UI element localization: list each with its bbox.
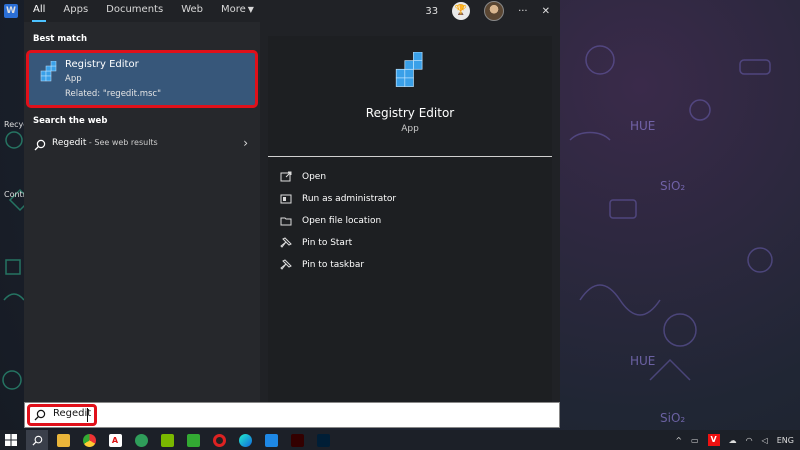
word-icon: W <box>4 4 18 18</box>
result-detail-pane: Registry Editor App Open Run as administ… <box>268 36 552 402</box>
tab-label: Documents <box>106 4 164 15</box>
tab-label: More <box>221 4 246 15</box>
taskbar-camtasia[interactable] <box>156 430 178 450</box>
action-pin-to-taskbar[interactable]: Pin to taskbar <box>280 256 364 274</box>
taskbar-edge[interactable] <box>234 430 256 450</box>
results-list: Best match Registry Editor App Related: … <box>24 22 260 402</box>
tab-apps[interactable]: Apps <box>54 0 97 22</box>
chat-icon <box>134 433 148 447</box>
tab-all[interactable]: All <box>24 0 54 22</box>
taskbar-store[interactable] <box>260 430 282 450</box>
search-icon <box>34 139 46 151</box>
shield-icon <box>280 194 292 204</box>
system-tray: ^ ▭ V ☁ ◠ ◁ ENG <box>675 430 794 450</box>
svg-text:SiO₂: SiO₂ <box>660 179 685 193</box>
action-run-as-administrator[interactable]: Run as administrator <box>280 190 396 208</box>
search-web-heading: Search the web <box>33 116 108 126</box>
tab-more[interactable]: More ▼ <box>212 0 263 22</box>
action-open[interactable]: Open <box>280 168 326 186</box>
search-value: Regedit <box>53 408 92 419</box>
tab-web[interactable]: Web <box>172 0 212 22</box>
registry-editor-icon <box>395 52 423 87</box>
best-match-heading: Best match <box>33 34 88 44</box>
vietkey-icon[interactable]: V <box>707 434 720 446</box>
start-button[interactable] <box>0 430 22 450</box>
rewards-points: 33 <box>425 5 439 17</box>
tab-label: All <box>33 4 46 15</box>
taskbar-file-explorer[interactable] <box>52 430 74 450</box>
taskbar-illustrator[interactable] <box>286 430 308 450</box>
search-input[interactable]: Regedit <box>24 402 560 428</box>
svg-text:HUE: HUE <box>630 119 655 133</box>
chevron-down-icon: ▼ <box>247 5 254 14</box>
action-open-file-location[interactable]: Open file location <box>280 212 381 230</box>
taskbar-record[interactable] <box>208 430 230 450</box>
action-label: Pin to taskbar <box>302 260 365 270</box>
camtasia-icon <box>160 433 174 447</box>
chrome-icon <box>82 433 96 447</box>
action-label: Open <box>302 172 327 182</box>
registry-editor-icon <box>40 61 57 82</box>
web-query: Regedit <box>52 138 87 148</box>
keyboard-icon[interactable]: ▭ <box>691 436 699 445</box>
record-icon <box>212 433 226 447</box>
close-button[interactable]: ✕ <box>542 6 550 17</box>
text-caret <box>87 408 88 422</box>
wifi-icon[interactable]: ◠ <box>746 436 753 445</box>
action-label: Pin to Start <box>302 238 353 248</box>
chevron-right-icon: › <box>243 136 248 150</box>
chevron-up-icon[interactable]: ^ <box>675 436 682 445</box>
action-pin-to-start[interactable]: Pin to Start <box>280 234 352 252</box>
best-match-related: Related: "regedit.msc" <box>65 89 162 99</box>
taskbar-search-button[interactable] <box>26 430 48 450</box>
taskbar-photoshop[interactable] <box>312 430 334 450</box>
taskbar-app-chat[interactable] <box>130 430 152 450</box>
search-panel: All Apps Documents Web More ▼ 33 🏆 ··· ✕ … <box>24 0 560 402</box>
windows-icon <box>5 434 17 446</box>
taskbar-chrome[interactable] <box>78 430 100 450</box>
app-icon <box>186 433 200 447</box>
pin-icon <box>280 237 292 248</box>
svg-text:HUE: HUE <box>630 354 655 368</box>
best-match-type: App <box>65 74 82 84</box>
photoshop-icon <box>316 433 330 447</box>
svg-text:SiO₂: SiO₂ <box>660 411 685 425</box>
taskbar-acrobat[interactable]: A <box>104 430 126 450</box>
tab-documents[interactable]: Documents <box>97 0 172 22</box>
taskbar: A ^ ▭ V ☁ ◠ ◁ ENG <box>0 430 800 450</box>
tab-label: Apps <box>63 4 89 15</box>
illustrator-icon <box>290 433 304 447</box>
action-label: Run as administrator <box>302 194 397 204</box>
detail-type: App <box>401 124 419 134</box>
action-label: Open file location <box>302 216 382 226</box>
volume-icon[interactable]: ◁ <box>762 436 768 445</box>
language-indicator[interactable]: ENG <box>777 436 794 445</box>
more-options-button[interactable]: ··· <box>518 6 528 17</box>
cloud-icon[interactable]: ☁ <box>729 436 737 445</box>
acrobat-icon: A <box>108 433 122 447</box>
folder-icon <box>56 433 70 447</box>
taskbar-app-green[interactable] <box>182 430 204 450</box>
avatar[interactable] <box>484 1 505 21</box>
edge-icon <box>238 433 252 447</box>
tab-label: Web <box>181 4 203 15</box>
search-icon <box>31 435 42 446</box>
pin-icon <box>280 259 292 270</box>
search-tabs: All Apps Documents Web More ▼ 33 🏆 ··· ✕ <box>24 0 560 22</box>
open-icon <box>280 171 292 182</box>
web-suffix: - See web results <box>86 138 158 147</box>
desktop-icon-this-pc[interactable]: W <box>4 4 26 18</box>
folder-icon <box>280 217 292 226</box>
divider <box>268 156 552 157</box>
trophy-icon[interactable]: 🏆 <box>452 2 471 20</box>
desktop-icon-recycle-bin[interactable]: Recyc <box>4 120 28 129</box>
best-match-title: Registry Editor <box>65 59 139 70</box>
store-icon <box>264 433 278 447</box>
header-actions: 33 🏆 ··· ✕ <box>425 0 550 22</box>
web-search-result[interactable]: Regedit - See web results › <box>24 134 260 156</box>
detail-title: Registry Editor <box>365 106 455 120</box>
desktop-icon-control-panel[interactable]: Contro <box>4 190 31 199</box>
search-icon <box>34 409 46 421</box>
best-match-result[interactable]: Registry Editor App Related: "regedit.ms… <box>26 50 258 108</box>
